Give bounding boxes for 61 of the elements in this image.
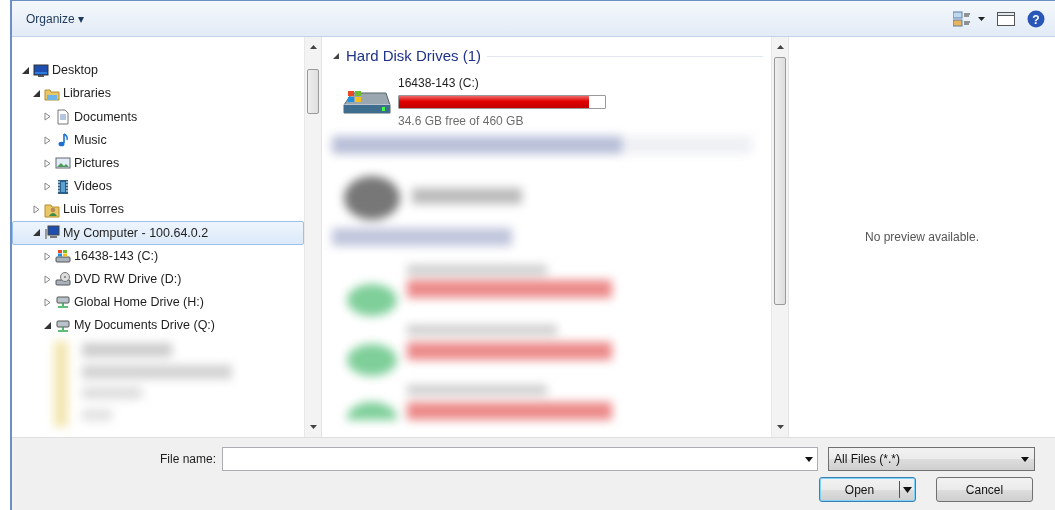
file-name-field[interactable]: [222, 447, 818, 471]
scrollbar-thumb[interactable]: [307, 69, 319, 114]
tree-label: DVD RW Drive (D:): [74, 270, 182, 288]
caret-icon: [903, 486, 912, 493]
open-button[interactable]: Open: [819, 477, 916, 502]
network-drive-icon: [55, 317, 71, 334]
tree-item[interactable]: Music: [12, 128, 304, 152]
tree-label: My Computer - 100.64.0.2: [63, 224, 209, 242]
tree-label: Global Home Drive (H:): [74, 294, 204, 312]
pictures-icon: [55, 155, 71, 172]
tree-item[interactable]: Luis Torres: [12, 198, 304, 222]
organize-menu[interactable]: Organize ▾: [20, 7, 91, 30]
tree-label: Videos: [74, 178, 112, 196]
expander-icon[interactable]: [332, 52, 340, 61]
user-icon: [44, 201, 60, 218]
preview-pane-icon[interactable]: [997, 10, 1015, 27]
documents-icon: [55, 108, 71, 125]
tree-item[interactable]: Desktop: [12, 59, 304, 83]
tree-label: Libraries: [63, 85, 111, 103]
scroll-down-icon[interactable]: [775, 422, 785, 431]
scroll-down-icon[interactable]: [308, 422, 318, 431]
tree-item[interactable]: 16438-143 (C:): [12, 244, 304, 268]
file-name-label: File name:: [158, 451, 217, 468]
dvd-icon: [55, 271, 71, 288]
tree-item[interactable]: Global Home Drive (H:): [12, 290, 304, 315]
caret-icon: [1021, 456, 1029, 462]
preview-message: No preview available.: [864, 229, 980, 246]
videos-icon: [55, 178, 71, 195]
scroll-up-icon[interactable]: [308, 43, 318, 52]
tree-item[interactable]: Documents: [12, 105, 304, 129]
tree-label: 16438-143 (C:): [74, 247, 159, 265]
scroll-up-icon[interactable]: [775, 43, 785, 52]
tree-item[interactable]: Pictures: [12, 151, 304, 175]
caret-icon[interactable]: [805, 456, 813, 462]
file-type-dropdown[interactable]: All Files (*.*): [828, 447, 1035, 471]
expander-icon[interactable]: [32, 228, 41, 238]
free-space-text: 34.6 GB free of 460 GB: [398, 112, 525, 130]
tree-item[interactable]: My Computer - 100.64.0.2: [12, 221, 304, 245]
tree-label: Luis Torres: [63, 201, 124, 219]
scrollbar-thumb[interactable]: [774, 57, 786, 305]
tree-item[interactable]: DVD RW Drive (D:): [12, 267, 304, 291]
tree-label: Music: [74, 131, 107, 149]
tree-label: Documents: [74, 108, 138, 126]
tree-item[interactable]: Libraries: [12, 82, 304, 106]
cancel-button[interactable]: Cancel: [936, 477, 1033, 502]
desktop-icon: [33, 62, 49, 79]
expander-icon[interactable]: [32, 89, 41, 99]
tree-item[interactable]: Videos: [12, 174, 304, 199]
expander-icon[interactable]: [43, 321, 52, 331]
group-header: Hard Disk Drives (1): [346, 46, 481, 66]
tree-label: My Documents Drive (Q:): [74, 317, 215, 335]
drive-name: 16438-143 (C:): [398, 74, 480, 92]
system-drive-icon: [55, 248, 71, 265]
expander-icon[interactable]: [21, 66, 30, 76]
help-icon[interactable]: ?: [1027, 9, 1045, 28]
tree-label: Pictures: [74, 154, 120, 172]
network-drive-icon: [55, 294, 71, 311]
tree-label: Desktop: [52, 62, 98, 80]
tree-item[interactable]: My Documents Drive (Q:): [12, 314, 304, 338]
computer-icon: [44, 224, 60, 241]
views-icon[interactable]: [953, 10, 985, 27]
